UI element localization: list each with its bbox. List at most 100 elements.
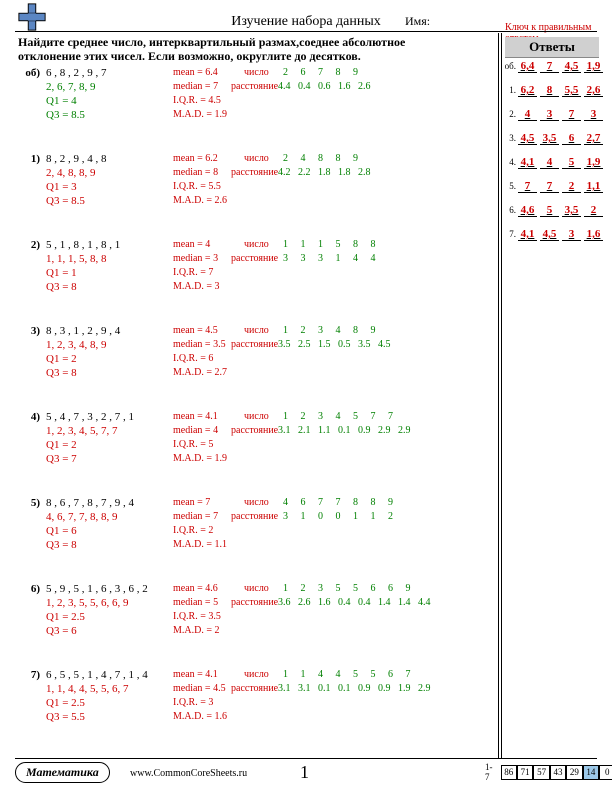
mean: mean = 4.5 — [173, 325, 218, 336]
mad: M.A.D. = 1.1 — [173, 539, 227, 550]
answer-cell: 1,9 — [584, 156, 603, 169]
problem-data: 8 , 6 , 7 , 8 , 7 , 9 , 4 — [46, 497, 134, 509]
sorted-data: 1, 1, 4, 4, 5, 5, 6, 7 — [46, 683, 129, 695]
problem: 4)5 , 4 , 7 , 3 , 2 , 7 , 11, 2, 3, 4, 5… — [18, 411, 488, 485]
answer-cell: 3,5 — [540, 132, 559, 145]
answer-cell: 3,5 — [562, 204, 581, 217]
answer-cell: 1,6 — [584, 228, 603, 241]
score-cell: 14 — [583, 765, 599, 780]
answer-cell: 3 — [584, 108, 603, 121]
answer-cell: 2 — [562, 180, 581, 193]
mean: mean = 4 — [173, 239, 210, 250]
answers-header: Ответы — [505, 37, 599, 58]
answer-cell: 7 — [540, 60, 559, 73]
problem: 3)8 , 3 , 1 , 2 , 9 , 41, 2, 3, 4, 8, 9Q… — [18, 325, 488, 399]
problems-area: об)6 , 8 , 2 , 9 , 72, 6, 7, 8, 9Q1 = 4Q… — [18, 67, 488, 755]
distance-row: 3 3 3 1 4 4 — [278, 253, 376, 264]
q1: Q1 = 6 — [46, 525, 77, 537]
problem-data: 5 , 1 , 8 , 1 , 8 , 1 — [46, 239, 120, 251]
sorted-data: 1, 1, 1, 5, 8, 8 — [46, 253, 107, 265]
number-label: число — [244, 583, 269, 594]
number-label: число — [244, 153, 269, 164]
sorted-data: 1, 2, 3, 4, 5, 7, 7 — [46, 425, 118, 437]
problem: 7)6 , 5 , 5 , 1 , 4 , 7 , 1 , 41, 1, 4, … — [18, 669, 488, 743]
distance-row: 3.1 2.1 1.1 0.1 0.9 2.9 2.9 — [278, 425, 411, 436]
answer-row: 1.6,285,52,6 — [503, 84, 603, 97]
mad: M.A.D. = 1.6 — [173, 711, 227, 722]
problem-data: 5 , 9 , 5 , 1 , 6 , 3 , 6 , 2 — [46, 583, 148, 595]
answer-cell: 3 — [562, 228, 581, 241]
sorted-data: 1, 2, 3, 4, 8, 9 — [46, 339, 107, 351]
answer-number: 5. — [503, 181, 516, 191]
iqr: I.Q.R. = 4.5 — [173, 95, 221, 106]
answer-row: 7.4,14,531,6 — [503, 228, 603, 241]
vertical-rule — [498, 33, 499, 758]
answer-cell: 5,5 — [562, 84, 581, 97]
answer-cell: 2 — [584, 204, 603, 217]
number-row: 1 2 3 4 5 7 7 — [278, 411, 393, 422]
problem-data: 6 , 8 , 2 , 9 , 7 — [46, 67, 107, 79]
answer-cell: 8 — [540, 84, 559, 97]
mean: mean = 4.1 — [173, 411, 218, 422]
name-label: Имя: — [405, 14, 430, 29]
answer-cell: 4,6 — [518, 204, 537, 217]
number-label: число — [244, 411, 269, 422]
answer-row: об.6,474,51,9 — [503, 60, 603, 73]
problem-data: 6 , 5 , 5 , 1 , 4 , 7 , 1 , 4 — [46, 669, 148, 681]
mean: mean = 6.4 — [173, 67, 218, 78]
problem-number: 5) — [18, 497, 40, 509]
score-strip: 1-78671574329140 — [485, 762, 612, 782]
answer-cell: 2,7 — [584, 132, 603, 145]
problem: 5) 8 , 6 , 7 , 8 , 7 , 9 , 4 4, 6, 7, 7, 8… — [18, 497, 488, 571]
problem-number: об) — [18, 67, 40, 79]
answer-cell: 5 — [562, 156, 581, 169]
median: median = 4 — [173, 425, 218, 436]
answer-cell: 1,1 — [584, 180, 603, 193]
mean: mean = 4.6 — [173, 583, 218, 594]
number-row: 2 6 7 8 9 — [278, 67, 358, 78]
median: median = 5 — [173, 597, 218, 608]
answers-column: об.6,474,51,91.6,285,52,62.43733.4,53,56… — [503, 60, 603, 252]
instructions: Найдите среднее число, интерквартильный … — [18, 36, 468, 64]
sorted-data: 4, 6, 7, 7, 8, 8, 9 — [46, 511, 118, 523]
q1: Q1 = 4 — [46, 95, 77, 107]
problem-number: 2) — [18, 239, 40, 251]
answer-cell: 4 — [540, 156, 559, 169]
distance-row: 3 1 0 0 1 1 2 — [278, 511, 393, 522]
q3: Q3 = 8 — [46, 281, 77, 293]
answer-number: 6. — [503, 205, 516, 215]
median: median = 8 — [173, 167, 218, 178]
sorted-data: 1, 2, 3, 5, 5, 6, 6, 9 — [46, 597, 129, 609]
q3: Q3 = 8.5 — [46, 109, 85, 121]
median: median = 4.5 — [173, 683, 226, 694]
number-row: 1 2 3 5 5 6 6 9 — [278, 583, 411, 594]
mad: M.A.D. = 1.9 — [173, 109, 227, 120]
q1: Q1 = 2.5 — [46, 697, 85, 709]
answer-cell: 7 — [562, 108, 581, 121]
vertical-rule — [501, 33, 502, 758]
iqr: I.Q.R. = 5 — [173, 439, 213, 450]
distance-row: 3.1 3.1 0.1 0.1 0.9 0.9 1.9 2.9 — [278, 683, 431, 694]
answer-row: 2.4373 — [503, 108, 603, 121]
score-cell: 29 — [566, 765, 582, 780]
q3: Q3 = 7 — [46, 453, 77, 465]
bottom-rule — [15, 758, 597, 759]
page-number: 1 — [300, 762, 309, 783]
number-row: 1 1 1 5 8 8 — [278, 239, 376, 250]
answer-cell: 6 — [562, 132, 581, 145]
mad: M.A.D. = 2.6 — [173, 195, 227, 206]
q1: Q1 = 1 — [46, 267, 77, 279]
number-row: 2 4 8 8 9 — [278, 153, 358, 164]
distance-row: 3.6 2.6 1.6 0.4 0.4 1.4 1.4 4.4 — [278, 597, 431, 608]
answer-cell: 6,2 — [518, 84, 537, 97]
distance-label: расстояние — [231, 339, 278, 350]
distance-label: расстояние — [231, 683, 278, 694]
q1: Q1 = 2.5 — [46, 611, 85, 623]
answer-cell: 1,9 — [584, 60, 603, 73]
score-range: 1-7 — [485, 762, 497, 782]
median: median = 3 — [173, 253, 218, 264]
number-label: число — [244, 67, 269, 78]
distance-label: расстояние — [231, 167, 278, 178]
problem-number: 4) — [18, 411, 40, 423]
q3: Q3 = 6 — [46, 625, 77, 637]
